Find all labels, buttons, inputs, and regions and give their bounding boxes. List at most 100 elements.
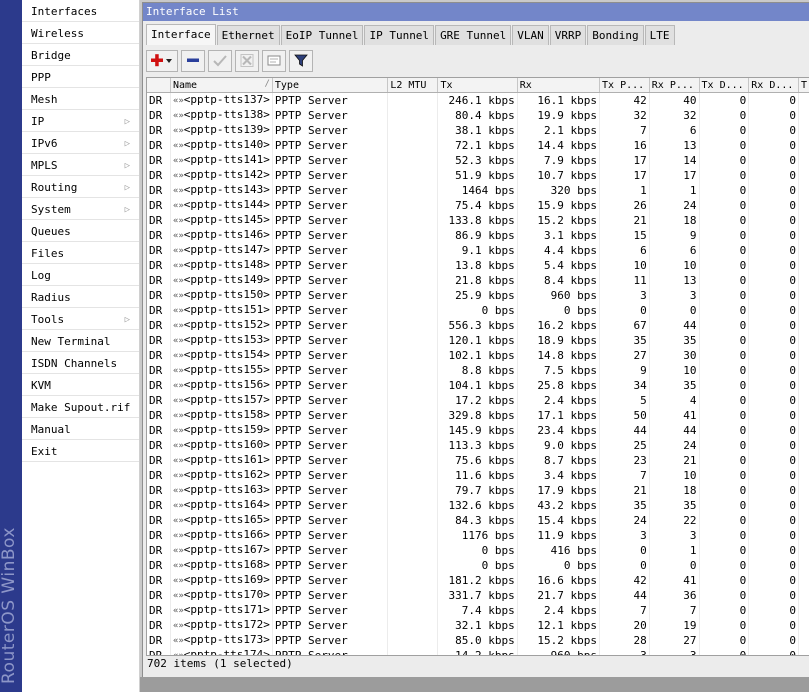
table-cell: 35 xyxy=(599,333,650,348)
tab-ethernet[interactable]: Ethernet xyxy=(216,25,280,45)
tab-gre-tunnel[interactable]: GRE Tunnel xyxy=(435,25,512,45)
table-row[interactable]: DR «»<pptp-tts170> PPTP Server 331.7 kbps 21… xyxy=(147,588,809,603)
table-row[interactable]: DR «»<pptp-tts158> PPTP Server 329.8 kbps 17… xyxy=(147,408,809,423)
menu-item-log[interactable]: Log xyxy=(22,264,139,286)
table-row[interactable]: DR «»<pptp-tts165> PPTP Server 84.3 kbps 15.… xyxy=(147,513,809,528)
table-row[interactable]: DR «»<pptp-tts174> PPTP Server 14.2 kbps 960… xyxy=(147,648,809,655)
table-row[interactable]: DR «»<pptp-tts151> PPTP Server 0 bps 0 bps 0 0… xyxy=(147,303,809,318)
menu-item-files[interactable]: Files xyxy=(22,242,139,264)
table-row[interactable]: DR «»<pptp-tts147> PPTP Server 9.1 kbps 4.4 … xyxy=(147,243,809,258)
window-title[interactable]: Interface List xyxy=(143,3,809,21)
table-row[interactable]: DR «»<pptp-tts142> PPTP Server 51.9 kbps 10.… xyxy=(147,168,809,183)
tab-vlan[interactable]: VLAN xyxy=(512,25,549,45)
table-row[interactable]: DR «»<pptp-tts155> PPTP Server 8.8 kbps 7.5 … xyxy=(147,363,809,378)
filter-button[interactable] xyxy=(289,50,313,72)
table-row[interactable]: DR «»<pptp-tts146> PPTP Server 86.9 kbps 3.1… xyxy=(147,228,809,243)
menu-item-routing[interactable]: Routing ▷ xyxy=(22,176,139,198)
table-row[interactable]: DR «»<pptp-tts168> PPTP Server 0 bps 0 bps 0 0… xyxy=(147,558,809,573)
cell-text: PPTP Server xyxy=(274,513,348,527)
column-header[interactable]: Rx P... xyxy=(649,78,700,93)
menu-item-radius[interactable]: Radius xyxy=(22,286,139,308)
menu-item-make-supout-rif[interactable]: Make Supout.rif xyxy=(22,396,139,418)
table-row[interactable]: DR «»<pptp-tts156> PPTP Server 104.1 kbps 25… xyxy=(147,378,809,393)
table-row[interactable]: DR «»<pptp-tts173> PPTP Server 85.0 kbps 15.… xyxy=(147,633,809,648)
menu-item-label: Routing xyxy=(31,181,78,194)
table-row[interactable]: DR «»<pptp-tts163> PPTP Server 79.7 kbps 17.… xyxy=(147,483,809,498)
table-cell: 40 xyxy=(649,92,700,108)
comment-button[interactable] xyxy=(262,50,286,72)
table-cell: 0 xyxy=(748,438,800,453)
table-row[interactable]: DR «»<pptp-tts148> PPTP Server 13.8 kbps 5.4… xyxy=(147,258,809,273)
menu-item-interfaces[interactable]: Interfaces xyxy=(22,0,139,22)
table-row[interactable]: DR «»<pptp-tts160> PPTP Server 113.3 kbps 9.… xyxy=(147,438,809,453)
table-row[interactable]: DR «»<pptp-tts137> PPTP Server 246.1 kbps 16… xyxy=(147,92,809,108)
table-cell: 18 xyxy=(649,213,700,228)
table-row[interactable]: DR «»<pptp-tts164> PPTP Server 132.6 kbps 43… xyxy=(147,498,809,513)
table-row[interactable]: DR «»<pptp-tts139> PPTP Server 38.1 kbps 2.1… xyxy=(147,123,809,138)
column-header[interactable]: Tx D... xyxy=(699,78,750,93)
tab-ip-tunnel[interactable]: IP Tunnel xyxy=(364,25,435,45)
menu-item-system[interactable]: System ▷ xyxy=(22,198,139,220)
disable-button[interactable] xyxy=(235,50,259,72)
tab-interface[interactable]: Interface xyxy=(146,24,216,45)
cell-text: 41 xyxy=(683,408,697,422)
cell-text: <pptp-tts170> xyxy=(183,588,270,601)
column-header[interactable]: Rx D... xyxy=(748,78,800,93)
table-row[interactable]: DR «»<pptp-tts143> PPTP Server 1464 bps 320 … xyxy=(147,183,809,198)
table-row[interactable]: DR «»<pptp-tts154> PPTP Server 102.1 kbps 14… xyxy=(147,348,809,363)
enable-button[interactable] xyxy=(208,50,232,72)
table-row[interactable]: DR «»<pptp-tts157> PPTP Server 17.2 kbps 2.4… xyxy=(147,393,809,408)
table-row[interactable]: DR «»<pptp-tts152> PPTP Server 556.3 kbps 16… xyxy=(147,318,809,333)
menu-item-ip[interactable]: IP ▷ xyxy=(22,110,139,132)
cell-text: DR xyxy=(149,108,163,122)
cell-text: PPTP Server xyxy=(274,153,348,167)
table-row[interactable]: DR «»<pptp-tts159> PPTP Server 145.9 kbps 23… xyxy=(147,423,809,438)
menu-item-bridge[interactable]: Bridge xyxy=(22,44,139,66)
menu-item-mpls[interactable]: MPLS ▷ xyxy=(22,154,139,176)
table-row[interactable]: DR «»<pptp-tts145> PPTP Server 133.8 kbps 15… xyxy=(147,213,809,228)
column-header[interactable]: L2 MTU xyxy=(387,78,439,93)
table-row[interactable]: DR «»<pptp-tts144> PPTP Server 75.4 kbps 15.… xyxy=(147,198,809,213)
table-row[interactable]: DR «»<pptp-tts171> PPTP Server 7.4 kbps 2.4 … xyxy=(147,603,809,618)
menu-item-ppp[interactable]: PPP xyxy=(22,66,139,88)
remove-button[interactable] xyxy=(181,50,205,72)
table-row[interactable]: DR «»<pptp-tts141> PPTP Server 52.3 kbps 7.9… xyxy=(147,153,809,168)
interface-name-cell: «»<pptp-tts138> xyxy=(170,108,273,123)
tab-eoip-tunnel[interactable]: EoIP Tunnel xyxy=(280,25,364,45)
column-header[interactable]: Tx P... xyxy=(599,78,650,93)
column-header[interactable]: Type xyxy=(272,78,389,93)
column-header[interactable]: Tx xyxy=(437,78,518,93)
table-row[interactable]: DR «»<pptp-tts166> PPTP Server 1176 bps 11.9… xyxy=(147,528,809,543)
column-header[interactable]: Name / xyxy=(170,78,273,93)
table-row[interactable]: DR «»<pptp-tts167> PPTP Server 0 bps 416 bps… xyxy=(147,543,809,558)
table-row[interactable]: DR «»<pptp-tts161> PPTP Server 75.6 kbps 8.7… xyxy=(147,453,809,468)
add-button[interactable] xyxy=(146,50,178,72)
tab-vrrp[interactable]: VRRP xyxy=(549,25,587,45)
table-row[interactable]: DR «»<pptp-tts153> PPTP Server 120.1 kbps 18… xyxy=(147,333,809,348)
menu-item-new-terminal[interactable]: New Terminal xyxy=(22,330,139,352)
tab-bonding[interactable]: Bonding xyxy=(587,25,644,45)
menu-item-kvm[interactable]: KVM xyxy=(22,374,139,396)
menu-item-wireless[interactable]: Wireless xyxy=(22,22,139,44)
column-header[interactable]: Rx xyxy=(517,78,601,93)
menu-item-tools[interactable]: Tools ▷ xyxy=(22,308,139,330)
menu-item-ipv6[interactable]: IPv6 ▷ xyxy=(22,132,139,154)
menu-item-isdn-channels[interactable]: ISDN Channels xyxy=(22,352,139,374)
column-header[interactable] xyxy=(147,78,171,93)
menu-item-exit[interactable]: Exit xyxy=(22,440,139,462)
menu-item-queues[interactable]: Queues xyxy=(22,220,139,242)
table-row[interactable]: DR «»<pptp-tts150> PPTP Server 25.9 kbps 960… xyxy=(147,288,809,303)
table-row[interactable]: DR «»<pptp-tts162> PPTP Server 11.6 kbps 3.4… xyxy=(147,468,809,483)
cell-text: <pptp-tts137> xyxy=(183,93,270,106)
table-cell: PPTP Server xyxy=(272,108,389,123)
menu-item-manual[interactable]: Manual xyxy=(22,418,139,440)
table-row[interactable]: DR «»<pptp-tts138> PPTP Server 80.4 kbps 19.… xyxy=(147,108,809,123)
tab-lte[interactable]: LTE xyxy=(644,25,675,45)
column-header[interactable]: T xyxy=(798,78,809,93)
table-row[interactable]: DR «»<pptp-tts169> PPTP Server 181.2 kbps 16… xyxy=(147,573,809,588)
menu-item-mesh[interactable]: Mesh xyxy=(22,88,139,110)
cell-text: PPTP Server xyxy=(274,333,348,347)
table-row[interactable]: DR «»<pptp-tts149> PPTP Server 21.8 kbps 8.4… xyxy=(147,273,809,288)
table-row[interactable]: DR «»<pptp-tts140> PPTP Server 72.1 kbps 14.… xyxy=(147,138,809,153)
table-row[interactable]: DR «»<pptp-tts172> PPTP Server 32.1 kbps 12.… xyxy=(147,618,809,633)
